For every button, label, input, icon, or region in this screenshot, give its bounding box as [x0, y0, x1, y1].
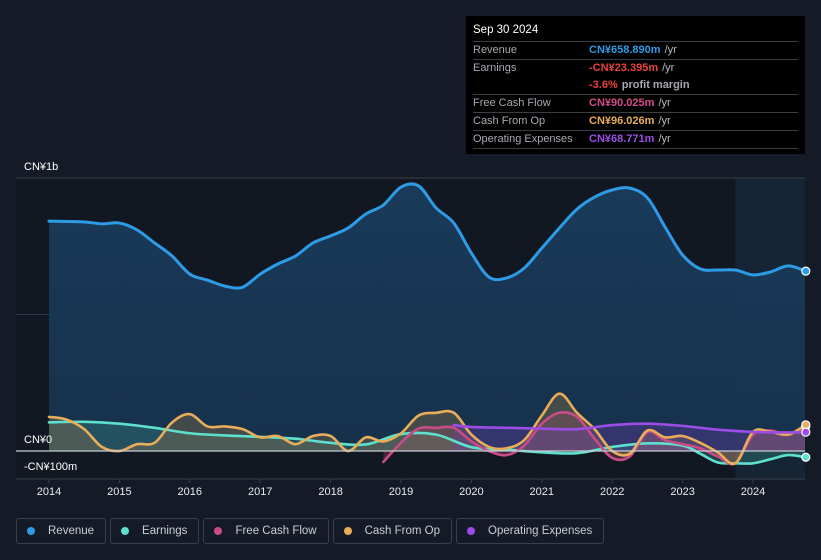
tooltip-panel: Sep 30 2024 Revenue CN¥658.890m /yr Earn…	[466, 16, 805, 154]
tooltip-label: Earnings	[473, 62, 517, 74]
legend-label: Free Cash Flow	[235, 525, 317, 537]
tooltip-unit: /yr	[658, 97, 671, 109]
legend-item-revenue[interactable]: Revenue	[16, 518, 107, 544]
y-tick-label: CN¥1b	[24, 161, 58, 173]
tooltip-row-earnings: Earnings -CN¥23.395m /yr	[473, 60, 798, 77]
legend-label: Operating Expenses	[488, 525, 593, 537]
legend-label: Revenue	[48, 525, 95, 537]
legend-dot-icon	[343, 527, 352, 535]
tooltip-label: Free Cash Flow	[473, 97, 551, 109]
tooltip-unit: /yr	[664, 44, 677, 56]
tooltip-row-free-cash-flow: Free Cash Flow CN¥90.025m /yr	[473, 95, 798, 113]
tooltip-label	[473, 77, 589, 94]
x-tick-label: 2015	[107, 486, 131, 498]
legend-label: Cash From Op	[364, 525, 441, 537]
tooltip-value: CN¥96.026m	[589, 115, 655, 127]
legend-item-earnings[interactable]: Earnings	[110, 518, 200, 544]
x-tick-label: 2019	[389, 486, 413, 498]
tooltip-unit: /yr	[658, 133, 671, 145]
y-tick-label: -CN¥100m	[24, 461, 77, 473]
legend-dot-icon	[214, 527, 223, 535]
tooltip-value: CN¥90.025m	[589, 97, 655, 109]
end-marker-operating-expenses	[801, 427, 811, 437]
x-tick-label: 2023	[670, 486, 694, 498]
x-tick-label: 2022	[600, 486, 624, 498]
tooltip-unit: /yr	[658, 115, 671, 127]
tooltip-value: CN¥68.771m	[589, 133, 655, 145]
x-tick-label: 2020	[459, 486, 483, 498]
legend-item-operating-expenses[interactable]: Operating Expenses	[456, 518, 605, 544]
x-axis-labels: 2014 2015 2016 2017 2018 2019 2020 2021 2022 2023…	[37, 479, 765, 498]
tooltip-label: Cash From Op	[473, 115, 546, 127]
tooltip-label: Operating Expenses	[473, 133, 573, 145]
y-tick-label: CN¥0	[24, 434, 52, 446]
tooltip-unit: /yr	[662, 62, 675, 74]
tooltip-row-profit-margin: -3.6% profit margin	[473, 77, 798, 95]
tooltip-value: -CN¥23.395m	[589, 62, 659, 74]
tooltip-row-revenue: Revenue CN¥658.890m /yr	[473, 42, 798, 60]
x-tick-label: 2016	[178, 486, 202, 498]
tooltip-row-operating-expenses: Operating Expenses CN¥68.771m /yr	[473, 131, 798, 149]
tooltip-value: CN¥658.890m	[589, 44, 661, 56]
tooltip-unit: profit margin	[621, 79, 690, 91]
legend-item-free-cash-flow[interactable]: Free Cash Flow	[203, 518, 329, 544]
x-tick-label: 2021	[530, 486, 554, 498]
legend-item-cash-from-op[interactable]: Cash From Op	[332, 518, 453, 544]
x-tick-label: 2014	[37, 486, 61, 498]
legend-dot-icon	[27, 527, 35, 535]
tooltip-date: Sep 30 2024	[473, 22, 798, 42]
x-tick-label: 2018	[318, 486, 342, 498]
legend-dot-icon	[467, 527, 476, 535]
legend-dot-icon	[121, 527, 130, 535]
end-marker-revenue	[801, 266, 811, 276]
x-tick-label: 2024	[741, 486, 765, 498]
x-tick-label: 2017	[248, 486, 272, 498]
tooltip-row-cash-from-op: Cash From Op CN¥96.026m /yr	[473, 113, 798, 131]
tooltip-label: Revenue	[473, 44, 518, 56]
end-marker-earnings	[801, 452, 811, 462]
tooltip-value: -3.6%	[589, 79, 618, 91]
legend-label: Earnings	[142, 525, 188, 537]
legend: Revenue Earnings Free Cash Flow Cash Fro…	[16, 518, 605, 544]
